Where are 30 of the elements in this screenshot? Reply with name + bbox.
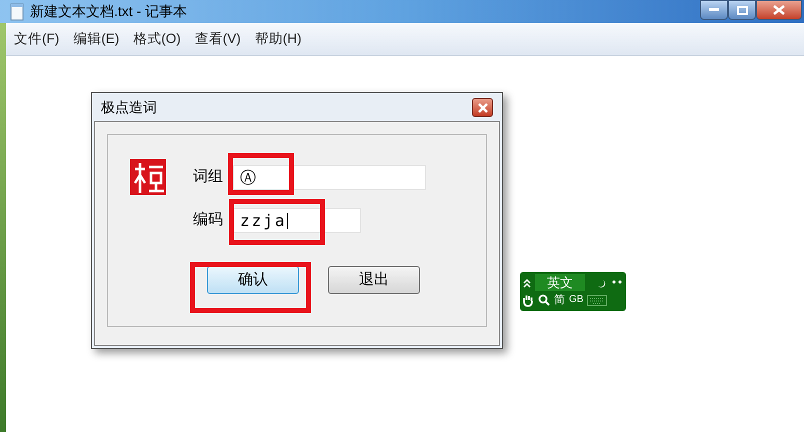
minimize-icon [709, 8, 719, 12]
input-field[interactable]: zzja [233, 208, 361, 233]
window-title: 新建文本文档.txt - 记事本 [30, 2, 188, 21]
collapse-icon[interactable] [522, 276, 532, 288]
logo-icon [129, 157, 169, 197]
menu-item[interactable]: 编辑(E) [73, 28, 120, 50]
close-icon [773, 5, 785, 15]
field-label: 编码 [193, 210, 224, 230]
menu-item[interactable]: 查看(V) [194, 28, 241, 50]
dialog-button[interactable]: 退出 [328, 266, 420, 294]
minimize-button[interactable] [700, 0, 728, 20]
notepad-icon [10, 2, 24, 20]
close-icon [478, 102, 488, 112]
dialog-title: 极点造词 [101, 98, 157, 117]
script-button[interactable]: 简 [554, 294, 565, 306]
hand-icon[interactable] [522, 294, 534, 306]
menu-item[interactable]: 帮助(H) [254, 28, 302, 50]
maximize-button[interactable] [728, 0, 756, 20]
charset-button[interactable]: GB [569, 295, 584, 305]
search-icon[interactable] [538, 294, 550, 306]
input-field[interactable]: Ⓐ [233, 165, 426, 190]
dialog-button[interactable]: 确认 [207, 266, 299, 294]
menu-item[interactable]: 文件(F) [14, 28, 60, 50]
menu-item[interactable]: 格式(O) [133, 28, 181, 50]
highlight-frame [228, 153, 294, 195]
field-label: 词组 [193, 167, 224, 188]
close-button[interactable] [756, 0, 802, 20]
close-button[interactable] [472, 98, 493, 117]
input-mode-button[interactable]: 英文 [535, 274, 585, 291]
maximize-icon [736, 6, 748, 14]
